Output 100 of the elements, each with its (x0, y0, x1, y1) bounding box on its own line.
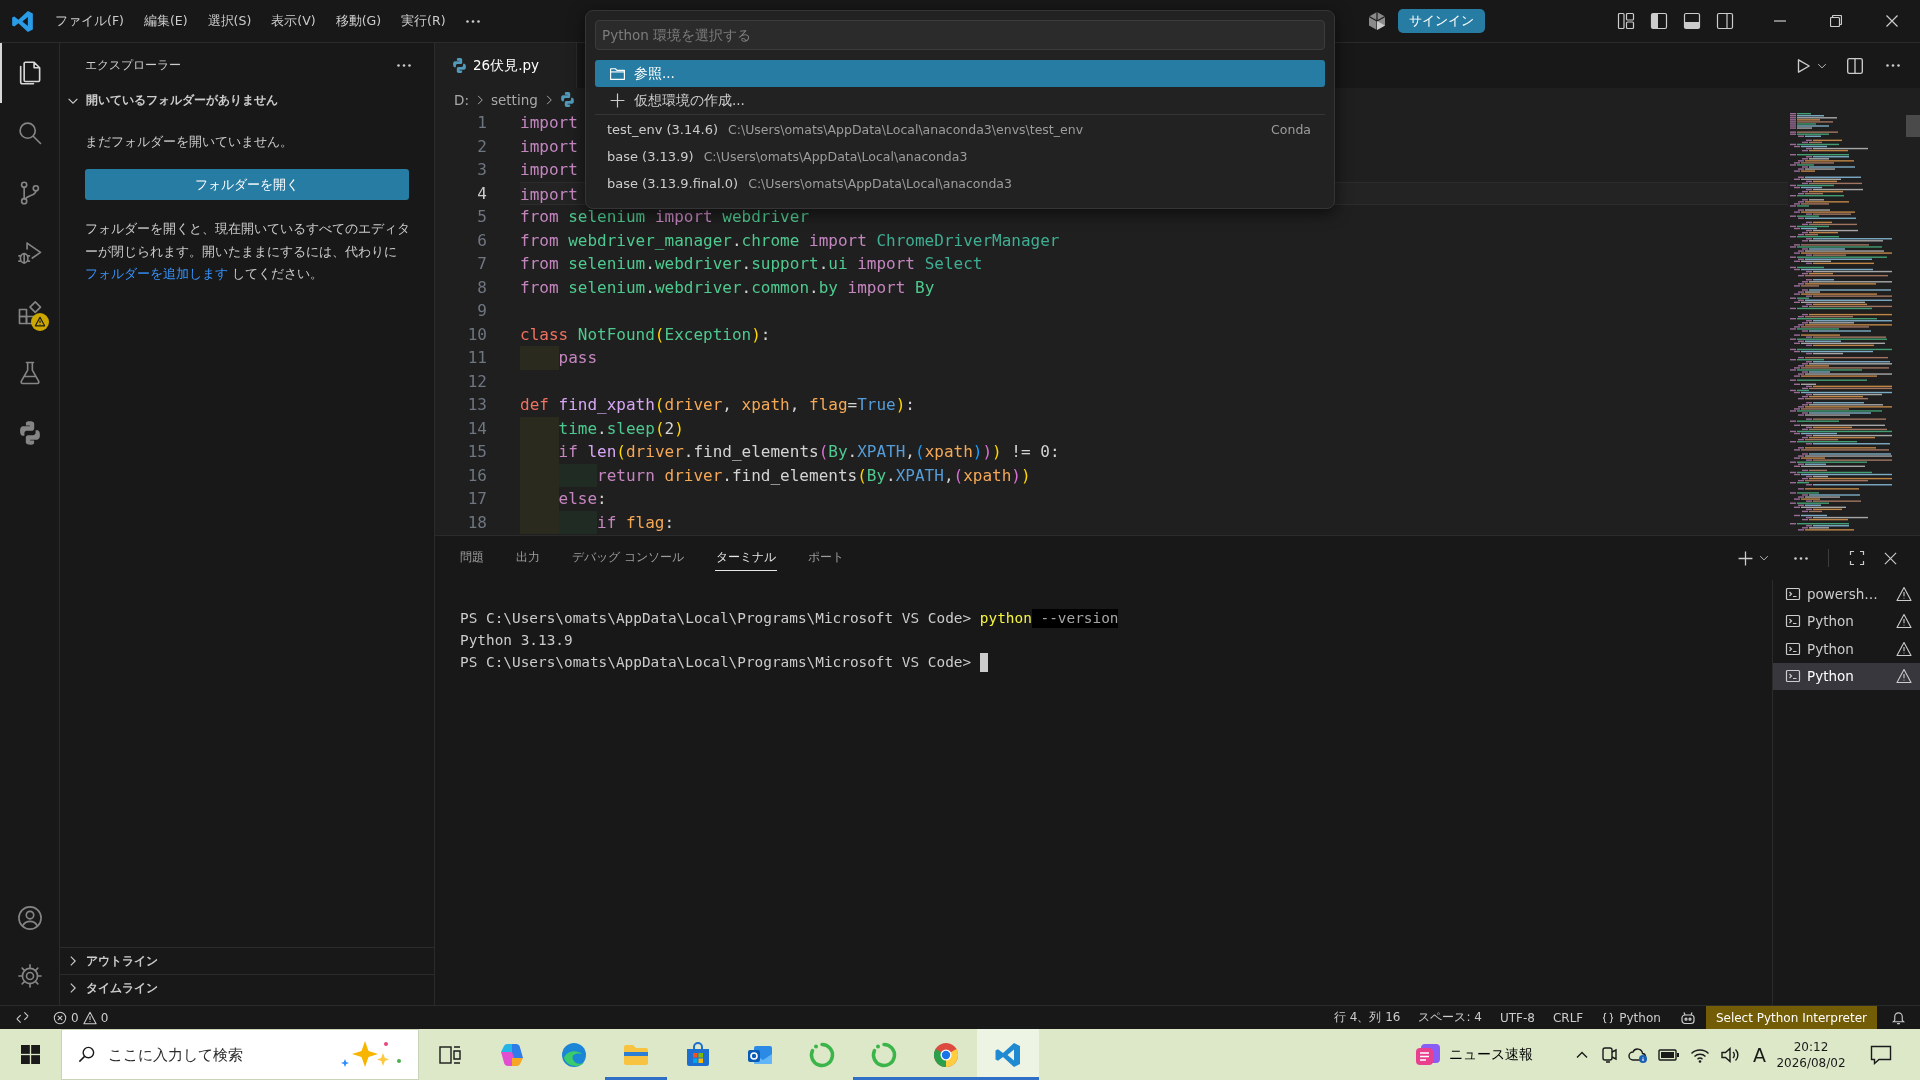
terminal-icon (1785, 585, 1801, 602)
interpreter-status-item[interactable]: Select Python Interpreter (1705, 1006, 1877, 1029)
line-number: 1 (476, 112, 487, 134)
open-folder-button[interactable]: フォルダーを開く (85, 169, 409, 200)
terminal-icon (1785, 640, 1801, 657)
plus-icon (609, 92, 626, 109)
quick-pick-item[interactable]: test_env (3.14.6) C:\Users\omats\AppData\Local\anaconda3\envs\test_env Conda (595, 116, 1325, 143)
terminal-icon (1785, 613, 1801, 630)
code-line: from selenium.webdriver.common.by import By (520, 276, 935, 299)
line-number: 5 (476, 206, 487, 228)
menu-item[interactable]: 移動(G) (326, 8, 391, 34)
sign-in-button[interactable]: サインイン (1398, 9, 1485, 33)
code-line: import (520, 112, 578, 134)
notification-bell-icon[interactable] (1891, 1010, 1906, 1025)
status-item[interactable]: CRLF (1543, 1006, 1593, 1029)
breadcrumb-item[interactable]: D: (454, 91, 469, 108)
empty-folder-message: まだフォルダーを開いていません。 (85, 133, 294, 151)
status-item[interactable]: スペース: 4 (1409, 1006, 1491, 1029)
more-icon[interactable] (465, 19, 480, 23)
code-line: time.sleep(2) (558, 417, 684, 440)
line-number: 4 (476, 182, 487, 205)
ring-icon (808, 1040, 836, 1069)
menu-item[interactable]: ファイル(F) (46, 8, 133, 34)
quick-pick-item[interactable]: base (3.13.9) C:\Users\omats\AppData\Local\anaconda3 (595, 143, 1325, 170)
terminal-tab[interactable]: powersh… (1773, 580, 1920, 608)
toggle-secondary-sidebar-icon[interactable] (1716, 12, 1734, 30)
taskbar-search-field[interactable]: ここに入力して検索 (61, 1029, 419, 1080)
play-bug-icon (15, 239, 44, 267)
speaker-icon[interactable] (1720, 1045, 1740, 1064)
code-line: import (520, 183, 578, 204)
robot-icon[interactable] (1679, 1009, 1696, 1026)
app-logo-icon (11, 10, 33, 32)
line-number: 9 (476, 300, 487, 322)
windows-logo-icon (21, 1045, 40, 1064)
code-line: if flag: (597, 511, 675, 534)
maximize-icon[interactable] (1849, 550, 1865, 566)
cloud-icon[interactable] (1628, 1045, 1648, 1064)
more-icon[interactable] (1794, 556, 1808, 560)
wifi-icon[interactable] (1690, 1046, 1710, 1063)
menu-item[interactable]: 実行(R) (392, 8, 455, 34)
more-icon[interactable] (397, 63, 411, 67)
close-icon[interactable] (1883, 550, 1898, 566)
clock-button[interactable]: 20:12 2026/08/02 (1772, 1038, 1850, 1071)
taskbar-app-button[interactable] (977, 1029, 1039, 1080)
tri-color-circle-icon (932, 1040, 960, 1069)
line-number: 15 (466, 441, 487, 463)
breadcrumb-item[interactable]: setting (490, 91, 538, 108)
terminal-line: Python 3.13.9 (460, 630, 573, 650)
code-line: from webdriver_manager.chrome import ChromeDriverManager (520, 229, 1060, 252)
quick-pick-item[interactable]: base (3.13.9.final.0) C:\Users\omats\AppData\Local\anaconda3 (595, 170, 1325, 197)
section-header[interactable]: アウトライン (60, 947, 434, 974)
toggle-panel-icon[interactable] (1683, 12, 1701, 30)
line-number: 12 (466, 370, 487, 393)
store-bag-icon (684, 1040, 712, 1069)
panel-tab[interactable]: ターミナル (714, 545, 777, 571)
customize-layout-icon[interactable] (1617, 12, 1635, 30)
terminal-tab[interactable]: Python (1773, 635, 1920, 663)
account-icon[interactable] (15, 904, 44, 932)
news-widget[interactable]: ニュース速報 (1409, 1038, 1539, 1071)
plus-icon[interactable] (1737, 549, 1754, 567)
language-status-item[interactable]: Python (1592, 1006, 1670, 1029)
panel-tab[interactable]: ポート (806, 545, 845, 571)
sidebar-title: エクスプローラー (85, 56, 181, 74)
restore-icon[interactable] (1830, 15, 1842, 27)
section-header[interactable]: タイムライン (60, 974, 434, 1001)
folder-icon (609, 65, 626, 82)
ime-indicator[interactable]: A (1753, 1043, 1766, 1066)
panel-tab[interactable]: 出力 (515, 545, 541, 571)
editor-tab[interactable]: 26伏見.py (435, 43, 577, 88)
section-header[interactable]: 開いているフォルダーがありません (60, 87, 434, 114)
environment-search-field[interactable]: Python 環境を選択する (595, 20, 1325, 50)
panel-tab[interactable]: 問題 (459, 545, 485, 571)
terminal-tab[interactable]: Python (1773, 607, 1920, 635)
more-icon[interactable] (1886, 64, 1900, 67)
menu-item[interactable]: 編集(E) (134, 8, 197, 34)
quick-pick-item[interactable]: 参照... (595, 60, 1325, 87)
notification-icon[interactable] (1870, 1044, 1892, 1065)
code-editor-icon (994, 1040, 1022, 1069)
browser-icon (560, 1040, 588, 1069)
camera-icon[interactable] (1600, 1045, 1618, 1064)
menu-item[interactable]: 表示(V) (262, 8, 325, 34)
status-item[interactable]: 行 4、列 16 (1324, 1006, 1410, 1029)
panel-tab[interactable]: デバッグ コンソール (571, 545, 685, 571)
python-file-icon[interactable] (559, 92, 575, 107)
terminal-tab[interactable]: Python (1773, 662, 1920, 690)
status-item[interactable]: UTF-8 (1491, 1006, 1544, 1029)
cube-icon[interactable] (1367, 11, 1387, 31)
close-icon[interactable] (1886, 15, 1898, 27)
menu-item[interactable]: 選択(S) (198, 8, 261, 34)
terminal-line: PS C:\Users\omats\AppData\Local\Programs\Microsoft VS Code> (460, 652, 973, 672)
problems-status-item[interactable]: 0 0 (44, 1006, 118, 1029)
add-folder-link[interactable]: フォルダーを追加します (85, 266, 228, 281)
settings-icon[interactable] (15, 962, 44, 990)
battery-icon[interactable] (1658, 1047, 1680, 1062)
remote-icon[interactable] (14, 1010, 30, 1025)
code-line: if len(driver.find_elements(By.XPATH,(xpath))) != 0: (558, 441, 1060, 463)
split-editor-icon[interactable] (1846, 56, 1864, 75)
scrollbar-thumb[interactable] (1906, 115, 1920, 137)
quick-pick-item[interactable]: 仮想環境の作成... (595, 87, 1325, 114)
toggle-sidebar-icon[interactable] (1650, 12, 1668, 30)
